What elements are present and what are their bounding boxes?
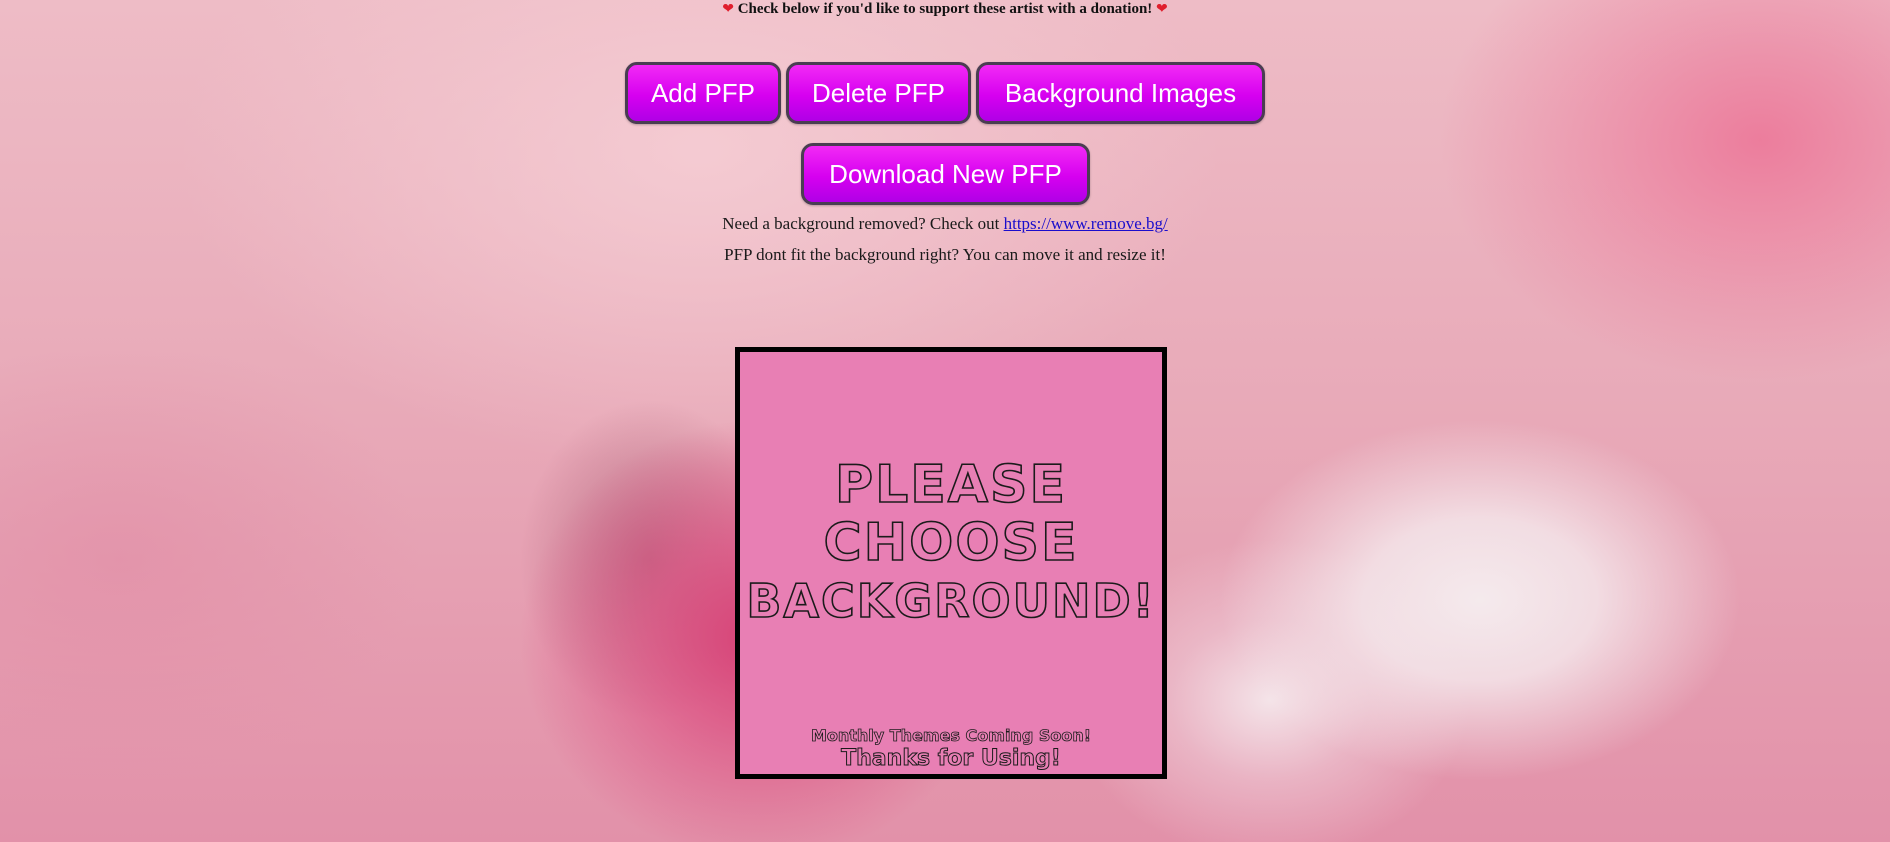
- background-images-button[interactable]: Background Images: [976, 62, 1265, 124]
- background-removal-tip: Need a background removed? Check out htt…: [0, 214, 1890, 234]
- add-pfp-button[interactable]: Add PFP: [625, 62, 781, 124]
- choose-background-placeholder: PLEASE CHOOSE BACKGROUND!: [740, 455, 1162, 630]
- donation-banner: ❤ Check below if you'd like to support t…: [0, 0, 1890, 18]
- delete-pfp-button[interactable]: Delete PFP: [786, 62, 971, 124]
- placeholder-line-3: BACKGROUND!: [746, 573, 1156, 629]
- background-removal-tip-text: Need a background removed? Check out: [722, 214, 1004, 233]
- monthly-themes-note: Monthly Themes Coming Soon!: [810, 726, 1092, 746]
- download-new-pfp-button[interactable]: Download New PFP: [801, 143, 1090, 205]
- donation-banner-text: Check below if you'd like to support the…: [737, 1, 1153, 17]
- heart-icon: ❤: [722, 1, 734, 17]
- remove-bg-link[interactable]: https://www.remove.bg/: [1004, 214, 1168, 233]
- placeholder-line-1: PLEASE: [834, 455, 1067, 515]
- placeholder-line-2: CHOOSE: [823, 513, 1079, 573]
- heart-icon: ❤: [1156, 1, 1168, 17]
- pfp-fit-tip: PFP dont fit the background right? You c…: [724, 245, 1166, 264]
- thanks-note: Thanks for Using!: [841, 746, 1062, 772]
- pfp-canvas[interactable]: PLEASE CHOOSE BACKGROUND! Monthly Themes…: [735, 347, 1167, 779]
